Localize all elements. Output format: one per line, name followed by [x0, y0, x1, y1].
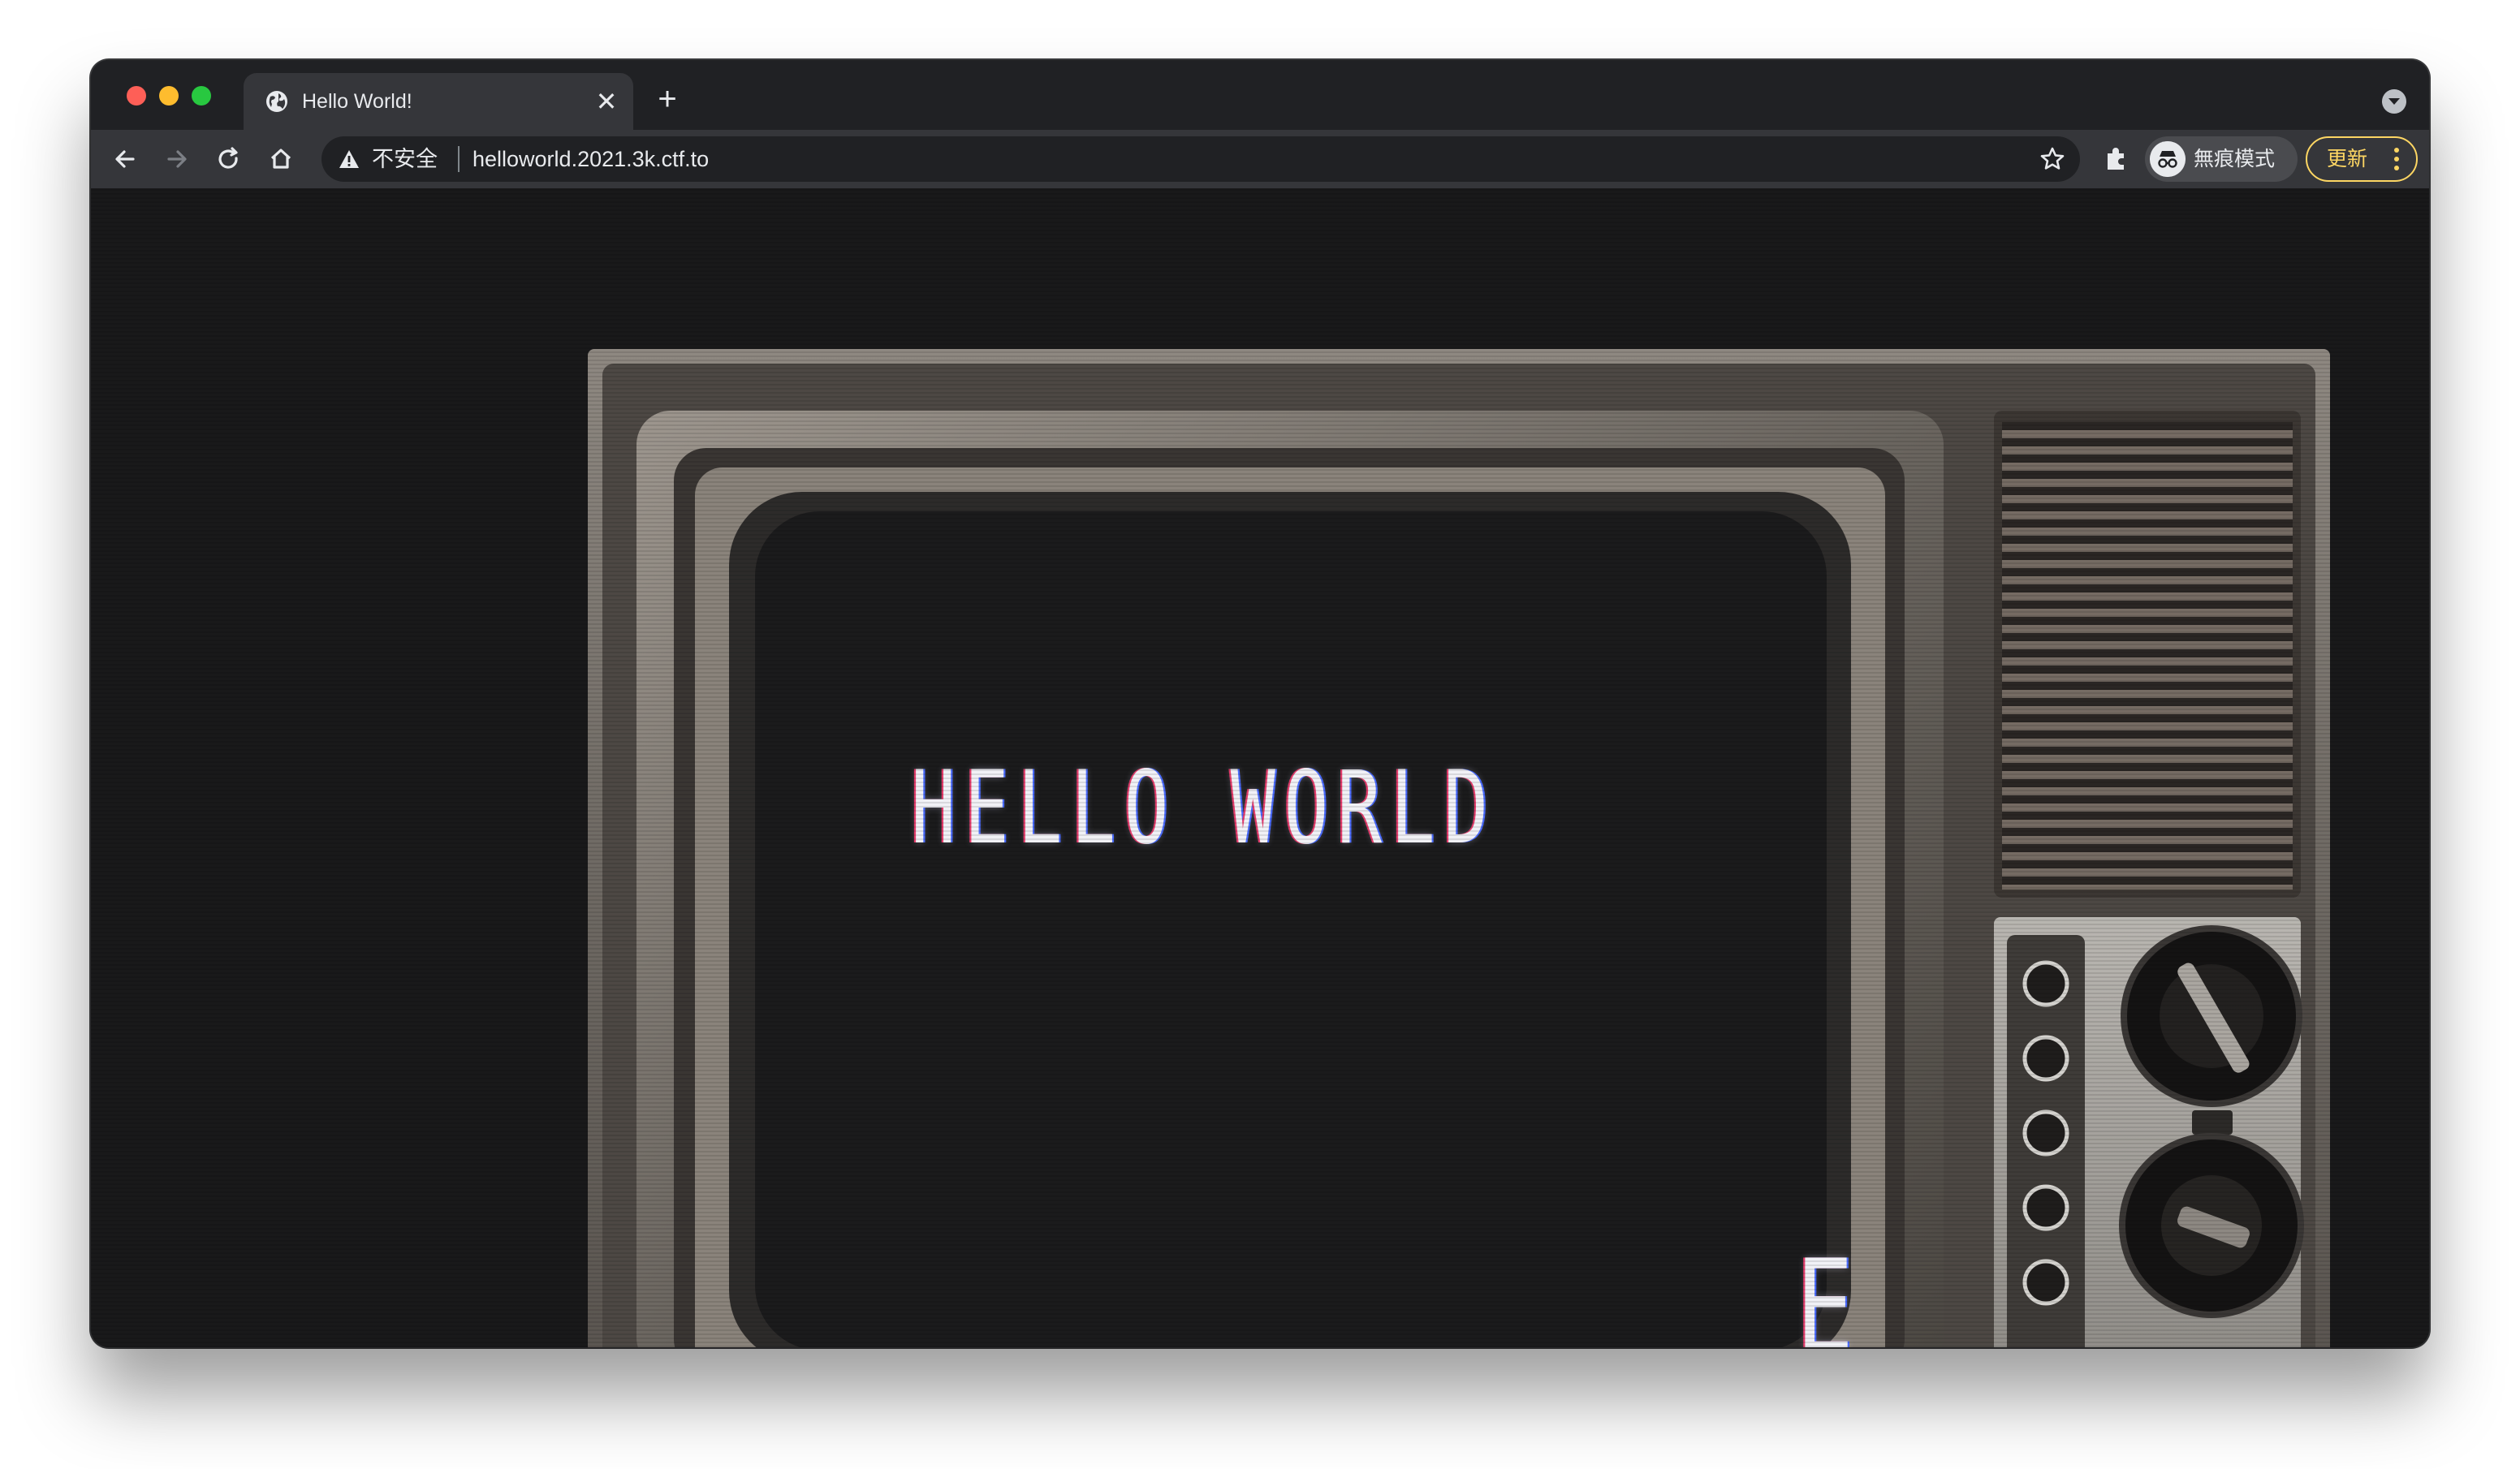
browser-toolbar: 不安全 helloworld.2021.3k.ctf.to 無痕模式 更新 — [91, 130, 2429, 188]
minimize-window-button[interactable] — [159, 86, 179, 106]
incognito-icon — [2150, 141, 2186, 177]
address-bar[interactable]: 不安全 helloworld.2021.3k.ctf.to — [321, 136, 2080, 182]
tab-close-icon[interactable]: ✕ — [593, 88, 620, 115]
title-bar: Hello World! ✕ + — [91, 60, 2429, 130]
back-arrow-icon[interactable] — [109, 143, 141, 175]
new-tab-button[interactable]: + — [651, 83, 684, 115]
close-window-button[interactable] — [127, 86, 146, 106]
tab-search-button[interactable] — [2382, 89, 2406, 114]
reload-icon[interactable] — [213, 143, 245, 175]
url-text[interactable]: helloworld.2021.3k.ctf.to — [472, 146, 709, 172]
menu-dots-icon[interactable] — [2388, 144, 2405, 174]
update-button[interactable]: 更新 — [2306, 136, 2418, 182]
update-label: 更新 — [2327, 148, 2368, 170]
incognito-profile-button[interactable]: 無痕模式 — [2145, 136, 2298, 182]
bookmark-star-icon[interactable] — [2038, 144, 2067, 174]
extensions-puzzle-icon[interactable] — [2101, 143, 2132, 174]
globe-icon — [266, 91, 287, 112]
not-secure-label[interactable]: 不安全 — [372, 146, 438, 172]
home-icon[interactable] — [265, 143, 297, 175]
hello-world-screen-text: HELLO WORLD — [911, 750, 1497, 867]
zoom-window-button[interactable] — [192, 86, 211, 106]
warning-icon[interactable] — [338, 148, 360, 170]
address-divider — [458, 146, 460, 172]
screen-letter-text: E — [1796, 1231, 1854, 1348]
tab-title: Hello World! — [302, 90, 412, 113]
browser-window: Hello World! ✕ + 不安全 helloworld.2021.3k.… — [91, 60, 2429, 1347]
incognito-label: 無痕模式 — [2194, 148, 2276, 170]
page-content: HELLO WORLD E — [91, 188, 2429, 1347]
browser-tab[interactable]: Hello World! ✕ — [244, 73, 633, 130]
forward-arrow-icon[interactable] — [161, 143, 193, 175]
